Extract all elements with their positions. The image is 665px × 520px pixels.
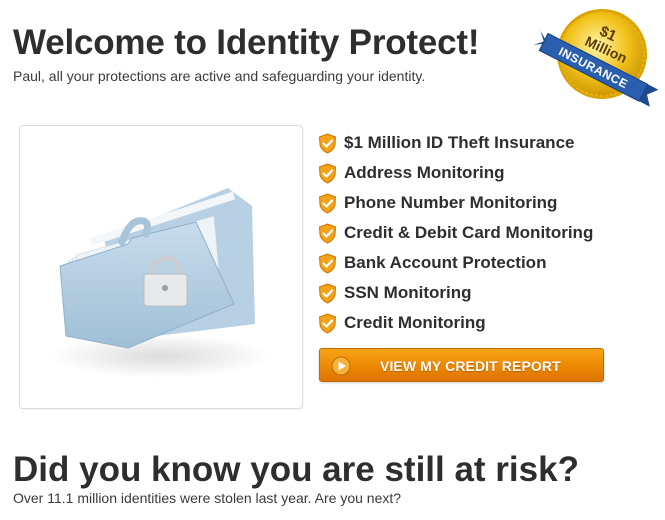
list-item: Credit & Debit Card Monitoring xyxy=(318,218,593,248)
list-item: $1 Million ID Theft Insurance xyxy=(318,128,593,158)
shield-check-icon xyxy=(318,312,337,334)
shield-check-icon xyxy=(318,162,337,184)
shield-check-icon xyxy=(318,192,337,214)
list-item: SSN Monitoring xyxy=(318,278,593,308)
page-title: Welcome to Identity Protect! xyxy=(13,23,480,62)
shield-check-icon xyxy=(318,252,337,274)
list-item: Bank Account Protection xyxy=(318,248,593,278)
shield-check-icon xyxy=(318,132,337,154)
welcome-message: Paul, all your protections are active an… xyxy=(13,68,426,84)
view-credit-report-button[interactable]: VIEW MY CREDIT REPORT xyxy=(319,348,604,382)
feature-label: Phone Number Monitoring xyxy=(344,193,558,212)
risk-message: Over 11.1 million identities were stolen… xyxy=(13,490,402,506)
protection-list: $1 Million ID Theft Insurance Address Mo… xyxy=(318,128,593,338)
feature-label: Address Monitoring xyxy=(344,163,505,182)
list-item: Phone Number Monitoring xyxy=(318,188,593,218)
feature-label: Credit Monitoring xyxy=(344,313,486,332)
cta-label: VIEW MY CREDIT REPORT xyxy=(380,358,561,374)
play-icon xyxy=(331,356,351,376)
locked-folder-icon xyxy=(50,188,270,378)
protection-image-card xyxy=(19,125,303,409)
shield-check-icon xyxy=(318,222,337,244)
feature-label: Bank Account Protection xyxy=(344,253,547,272)
insurance-seal-icon: $1 Million INSURANCE xyxy=(520,2,662,120)
list-item: Address Monitoring xyxy=(318,158,593,188)
feature-label: $1 Million ID Theft Insurance xyxy=(344,133,575,152)
feature-label: SSN Monitoring xyxy=(344,283,472,302)
risk-heading: Did you know you are still at risk? xyxy=(13,450,579,489)
shield-check-icon xyxy=(318,282,337,304)
feature-label: Credit & Debit Card Monitoring xyxy=(344,223,594,242)
list-item: Credit Monitoring xyxy=(318,308,593,338)
